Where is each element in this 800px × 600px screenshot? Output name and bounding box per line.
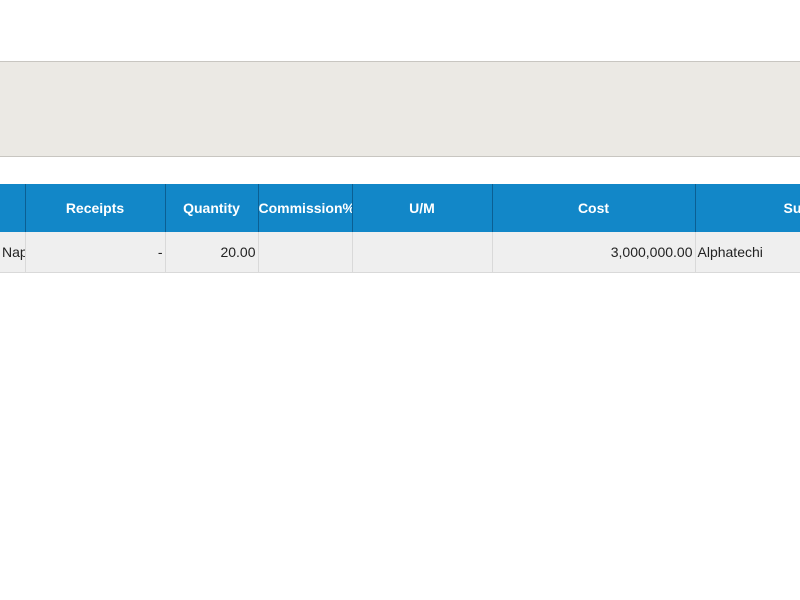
- header-row: Receipts Quantity Commission% U/M Cost S…: [0, 184, 800, 232]
- header-um[interactable]: U/M: [352, 184, 493, 232]
- cell-cost[interactable]: 3,000,000.00: [492, 232, 696, 273]
- cell-supplier[interactable]: Alphatechi: [695, 232, 800, 273]
- header-quantity[interactable]: Quantity: [165, 184, 259, 232]
- header-receipts[interactable]: Receipts: [25, 184, 166, 232]
- table-row[interactable]: Nap - 20.00 3,000,000.00 Alphatechi: [0, 232, 800, 273]
- cell-commission[interactable]: [258, 232, 353, 273]
- cell-quantity[interactable]: 20.00: [165, 232, 259, 273]
- data-table: Receipts Quantity Commission% U/M Cost S…: [0, 184, 800, 273]
- data-grid: Receipts Quantity Commission% U/M Cost S…: [0, 184, 800, 274]
- cell-col0[interactable]: Nap: [0, 232, 26, 273]
- header-col0[interactable]: [0, 184, 26, 232]
- toolbar-panel: [0, 61, 800, 157]
- cell-receipts[interactable]: -: [25, 232, 166, 273]
- header-supplier[interactable]: Su: [695, 184, 800, 232]
- header-cost[interactable]: Cost: [492, 184, 696, 232]
- header-commission[interactable]: Commission%: [258, 184, 353, 232]
- cell-um[interactable]: [352, 232, 493, 273]
